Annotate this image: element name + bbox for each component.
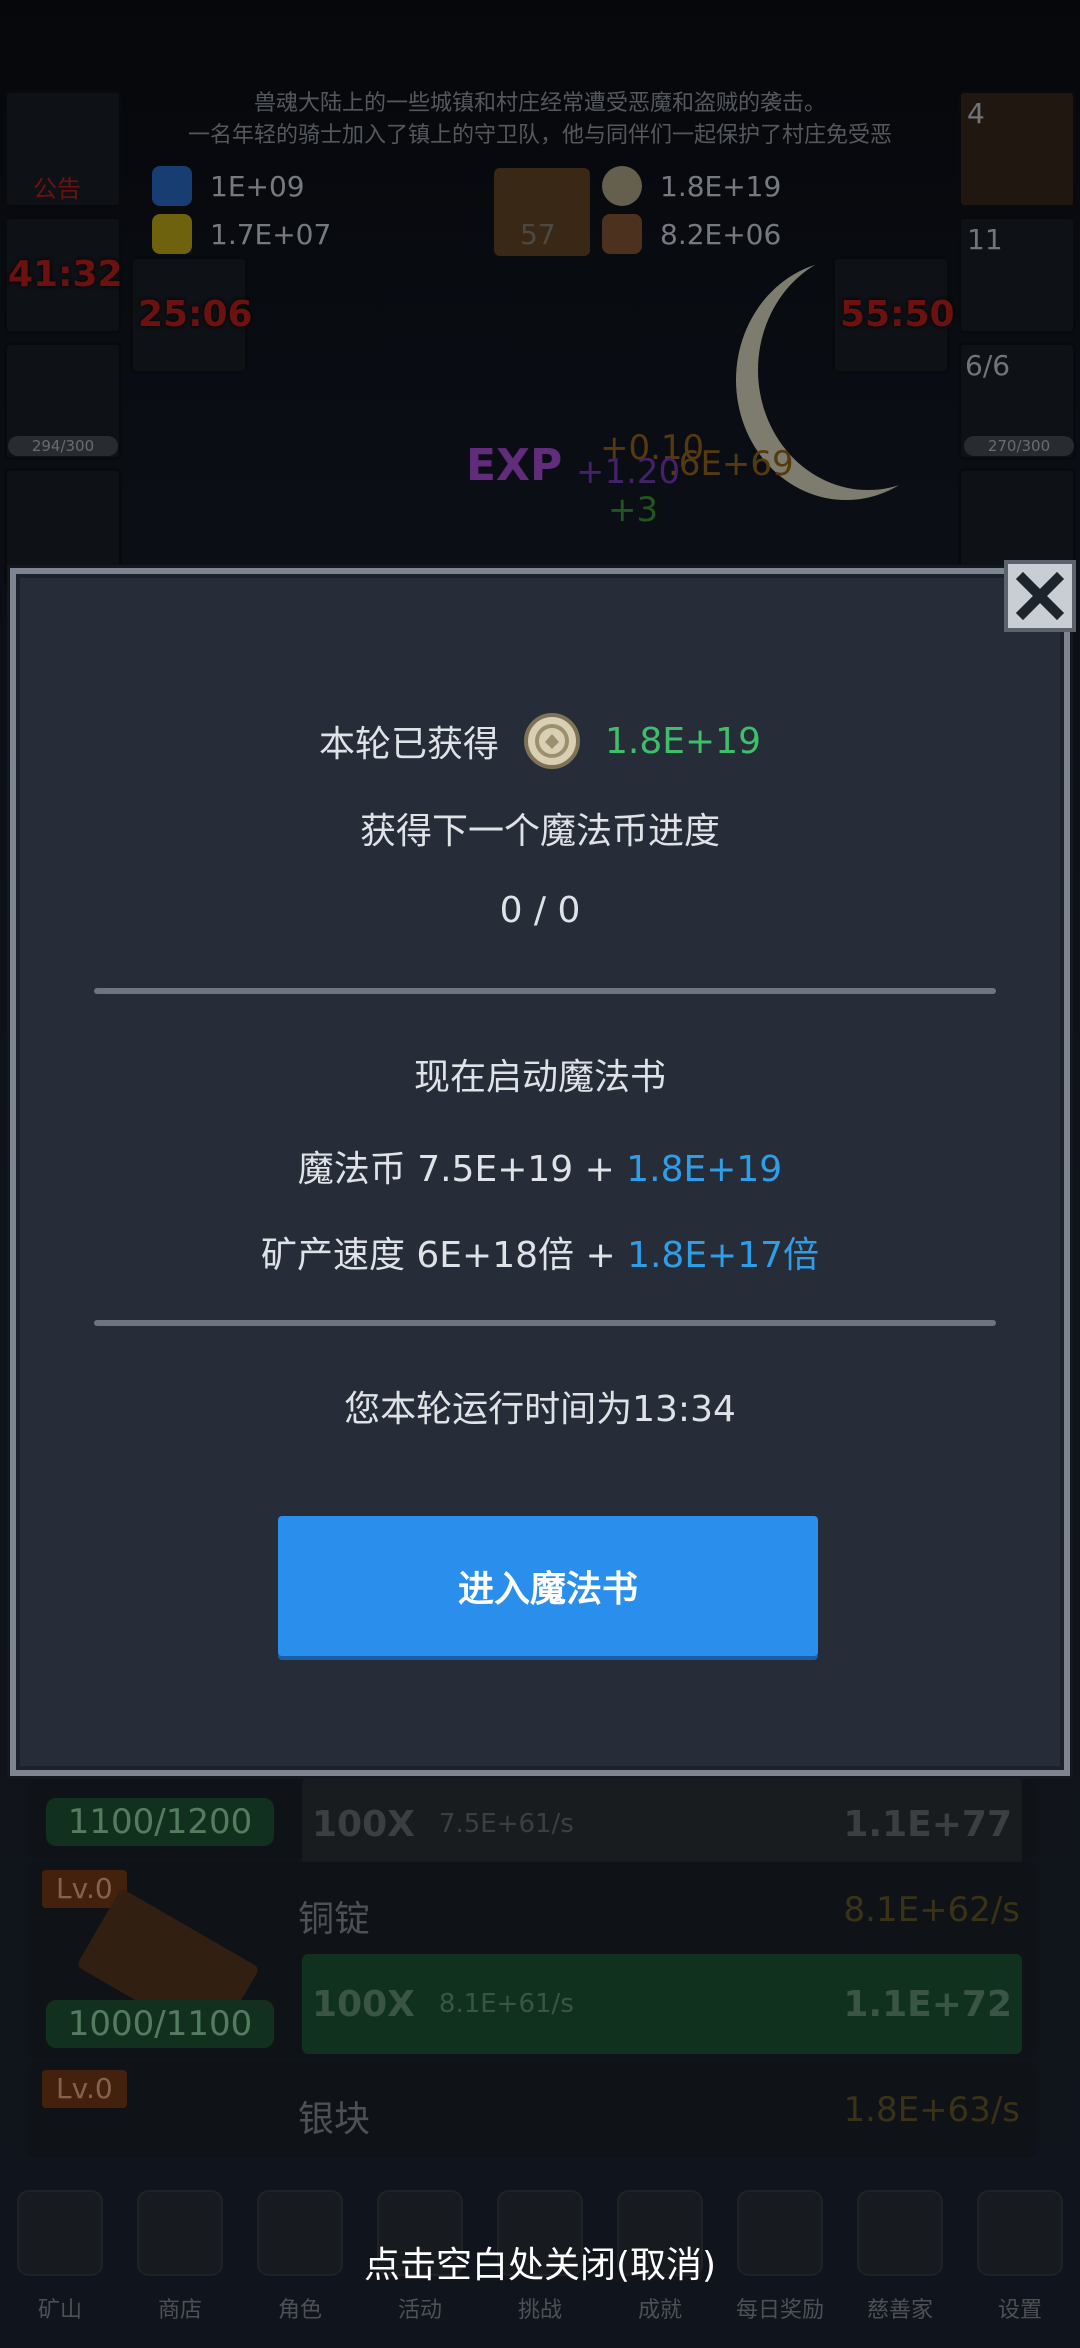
enter-magic-book-button[interactable]: 进入魔法书 — [278, 1516, 818, 1656]
coin-gain-label: 魔法币 7.5E+19 + — [297, 1149, 627, 1190]
runtime-text: 您本轮运行时间为13:34 — [344, 1389, 736, 1430]
magic-coin-icon — [524, 713, 581, 769]
progress-label: 获得下一个魔法币进度 — [359, 811, 720, 852]
close-button[interactable] — [1004, 560, 1076, 632]
close-hint[interactable]: 点击空白处关闭(取消) — [0, 2236, 1080, 2288]
close-icon — [1015, 571, 1065, 621]
speed-gain-add: 1.8E+17倍 — [627, 1235, 820, 1276]
speed-gain-label: 矿产速度 6E+18倍 + — [260, 1235, 628, 1276]
start-label: 现在启动魔法书 — [413, 1057, 666, 1098]
divider — [94, 988, 996, 994]
divider — [94, 1320, 996, 1326]
speed-gain-line: 矿产速度 6E+18倍 + 1.8E+17倍 — [16, 1226, 1064, 1278]
earned-label: 本轮已获得 — [319, 724, 500, 765]
coin-gain-line: 魔法币 7.5E+19 + 1.8E+19 — [16, 1140, 1064, 1192]
coin-gain-add: 1.8E+19 — [626, 1149, 783, 1190]
magic-book-dialog: 本轮已获得 1.8E+19 获得下一个魔法币进度 0 / 0 现在启动魔法书 魔… — [10, 568, 1070, 1776]
earned-row: 本轮已获得 1.8E+19 — [16, 712, 1064, 770]
progress-value: 0 / 0 — [499, 890, 581, 931]
earned-value: 1.8E+19 — [605, 720, 761, 762]
